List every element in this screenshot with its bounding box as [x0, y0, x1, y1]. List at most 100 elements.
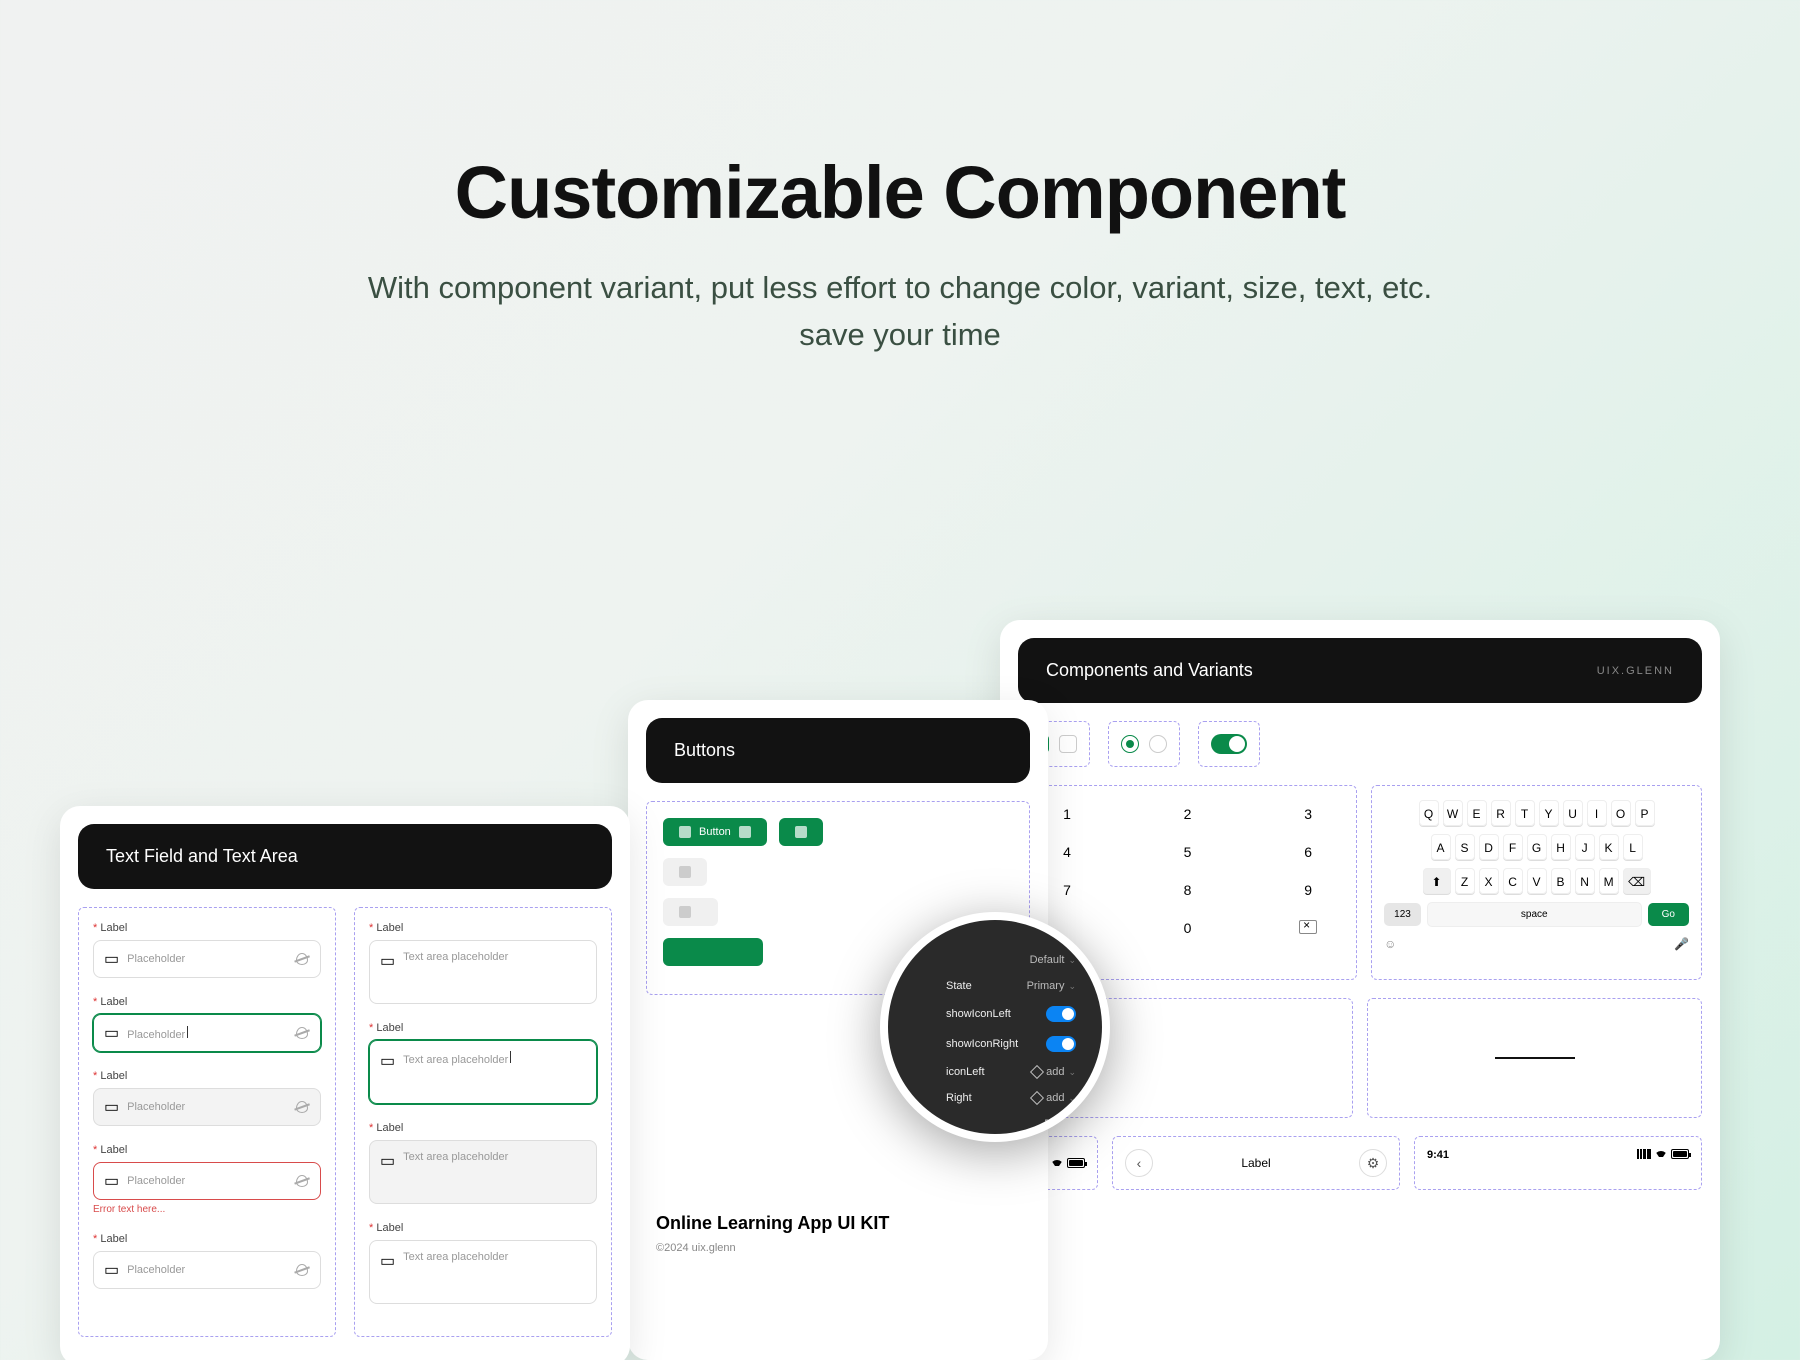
go-key[interactable]: Go	[1648, 903, 1689, 926]
qwerty-key[interactable]: L	[1623, 834, 1643, 860]
backspace-key[interactable]: ⌫	[1623, 868, 1651, 894]
text-input[interactable]: ▭ Placeholder	[93, 1251, 321, 1289]
qwerty-key[interactable]: A	[1431, 834, 1451, 860]
qwerty-key[interactable]: J	[1575, 834, 1595, 860]
wifi-icon	[1051, 1158, 1063, 1168]
qwerty-key[interactable]: Z	[1455, 868, 1475, 894]
text-input[interactable]: ▭ Placeholder	[93, 940, 321, 978]
radio-selected[interactable]	[1121, 735, 1139, 753]
input-icon: ▭	[104, 1097, 119, 1117]
qwerty-key[interactable]: G	[1527, 834, 1547, 860]
button-primary[interactable]	[663, 938, 763, 966]
numpad-key[interactable]: 3	[1290, 806, 1326, 822]
checkbox-unchecked[interactable]	[1059, 735, 1077, 753]
status-bar-frame: 9:41	[1414, 1136, 1702, 1190]
backspace-icon[interactable]	[1290, 920, 1326, 937]
input-icon: ▭	[104, 949, 119, 969]
field-label: Label	[93, 922, 321, 934]
card-title: Buttons	[674, 740, 735, 761]
numbers-key[interactable]: 123	[1384, 903, 1421, 926]
radio-unselected[interactable]	[1149, 735, 1167, 753]
textarea[interactable]: ▭ Text area placeholder	[369, 1240, 597, 1304]
qwerty-key[interactable]: X	[1479, 868, 1499, 894]
prop-label: Right	[946, 1092, 972, 1104]
battery-icon	[1671, 1149, 1689, 1159]
numpad-key[interactable]: 9	[1290, 882, 1326, 898]
button-primary[interactable]: Button	[663, 818, 767, 846]
emoji-icon[interactable]: ☺	[1384, 937, 1396, 951]
brand-label: UIX.GLENN	[1597, 665, 1674, 677]
qwerty-key[interactable]: Y	[1539, 800, 1559, 826]
textfield-card: Text Field and Text Area Label ▭ Placeho…	[60, 806, 630, 1360]
numpad-key[interactable]: 2	[1170, 806, 1206, 822]
field-label: Label	[93, 1070, 321, 1082]
toggle-on[interactable]	[1211, 734, 1247, 754]
qwerty-key[interactable]: K	[1599, 834, 1619, 860]
qwerty-key[interactable]: R	[1491, 800, 1511, 826]
variant-inspector: Default⌄ StatePrimary⌄ showIconLeft show…	[880, 912, 1110, 1142]
eye-off-icon[interactable]	[294, 951, 310, 967]
nav-bar-frame: ‹ Label ⚙	[1112, 1136, 1400, 1190]
field-label: Label	[369, 1122, 597, 1134]
textfield-variants: Label ▭ Placeholder Label ▭ Placeholder …	[78, 907, 336, 1337]
qwerty-key[interactable]: B	[1551, 868, 1571, 894]
hero-subtitle: With component variant, put less effort …	[0, 265, 1800, 358]
shift-key[interactable]: ⬆	[1423, 868, 1451, 894]
card-title: Text Field and Text Area	[106, 846, 298, 867]
field-label: Label	[369, 1022, 597, 1034]
prop-label: showIconRight	[946, 1038, 1018, 1050]
input-icon: ▭	[380, 1151, 395, 1171]
textarea-focused[interactable]: ▭ Text area placeholder	[369, 1040, 597, 1104]
qwerty-key[interactable]: M	[1599, 868, 1619, 894]
qwerty-key[interactable]: U	[1563, 800, 1583, 826]
eye-off-icon[interactable]	[294, 1262, 310, 1278]
button-primary[interactable]	[779, 818, 823, 846]
back-button[interactable]: ‹	[1125, 1149, 1153, 1177]
numpad-key[interactable]: 1	[1049, 806, 1085, 822]
error-text: Error text here...	[93, 1204, 321, 1215]
qwerty-key[interactable]: S	[1455, 834, 1475, 860]
qwerty-key[interactable]: Q	[1419, 800, 1439, 826]
toggle-on[interactable]	[1046, 1006, 1076, 1022]
text-input-error[interactable]: ▭ Placeholder	[93, 1162, 321, 1200]
qwerty-key[interactable]: V	[1527, 868, 1547, 894]
field-label: Label	[369, 922, 597, 934]
qwerty-key[interactable]: C	[1503, 868, 1523, 894]
filter-button[interactable]: ⚙	[1359, 1149, 1387, 1177]
space-key[interactable]: space	[1427, 902, 1642, 927]
qwerty-key[interactable]: N	[1575, 868, 1595, 894]
text-input-focused[interactable]: ▭ Placeholder	[93, 1014, 321, 1052]
kit-title: Online Learning App UI KIT	[656, 1213, 1020, 1234]
button-secondary[interactable]	[663, 858, 707, 886]
qwerty-key[interactable]: O	[1611, 800, 1631, 826]
input-icon: ▭	[104, 1260, 119, 1280]
eye-off-icon[interactable]	[294, 1173, 310, 1189]
hero-title: Customizable Component	[0, 150, 1800, 235]
qwerty-key[interactable]: I	[1587, 800, 1607, 826]
qwerty-key[interactable]: H	[1551, 834, 1571, 860]
prop-label: State	[946, 980, 972, 992]
qwerty-key[interactable]: E	[1467, 800, 1487, 826]
numpad-key[interactable]: 0	[1170, 920, 1206, 937]
numpad-key[interactable]: 5	[1170, 844, 1206, 860]
field-label: Label	[93, 1233, 321, 1245]
prop-label: showIconLeft	[946, 1008, 1011, 1020]
card-header: Buttons	[646, 718, 1030, 783]
qwerty-key[interactable]: P	[1635, 800, 1655, 826]
input-icon: ▭	[104, 1023, 119, 1043]
qwerty-key[interactable]: D	[1479, 834, 1499, 860]
qwerty-key[interactable]: W	[1443, 800, 1463, 826]
button-secondary[interactable]	[663, 898, 718, 926]
qwerty-key[interactable]: F	[1503, 834, 1523, 860]
numpad-key[interactable]: 6	[1290, 844, 1326, 860]
input-icon: ▭	[380, 951, 395, 971]
toggle-on[interactable]	[1046, 1036, 1076, 1052]
radio-variants	[1108, 721, 1180, 767]
numpad-key[interactable]: 4	[1049, 844, 1085, 860]
numpad-key[interactable]: 8	[1170, 882, 1206, 898]
textarea[interactable]: ▭ Text area placeholder	[369, 940, 597, 1004]
qwerty-key[interactable]: T	[1515, 800, 1535, 826]
mic-icon[interactable]: 🎤	[1674, 937, 1689, 951]
numpad-key[interactable]: 7	[1049, 882, 1085, 898]
eye-off-icon[interactable]	[294, 1025, 310, 1041]
